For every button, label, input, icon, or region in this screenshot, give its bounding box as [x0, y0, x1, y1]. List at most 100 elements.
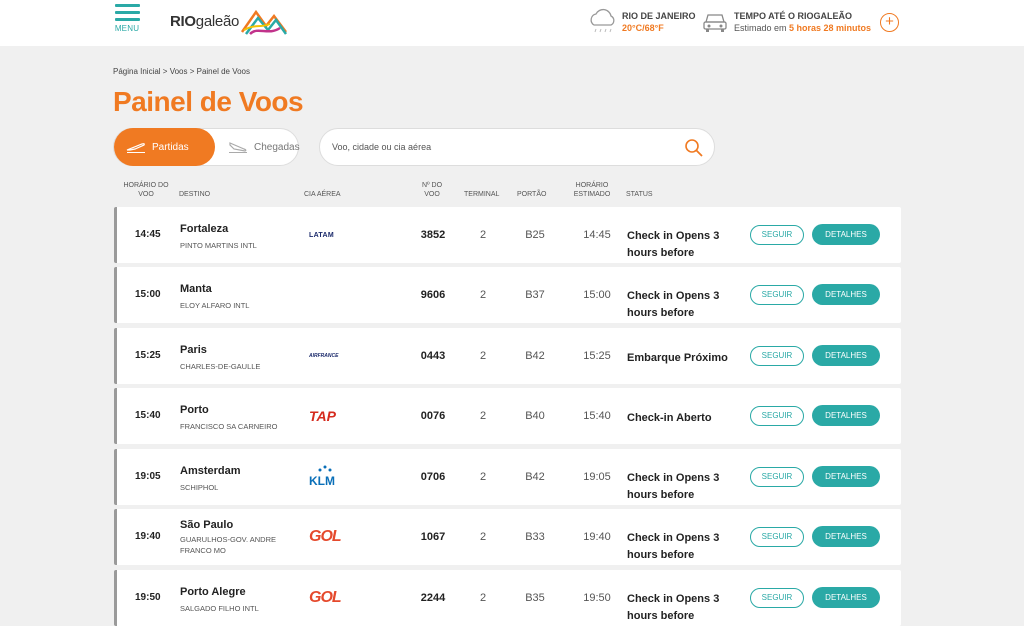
- details-button[interactable]: DETALHES: [812, 526, 880, 547]
- flight-time: 19:40: [135, 531, 161, 542]
- menu-label: MENU: [114, 24, 140, 33]
- details-button[interactable]: DETALHES: [812, 587, 880, 608]
- follow-button[interactable]: SEGUIR: [750, 467, 804, 487]
- travel-time-widget: TEMPO ATÉ O RIOGALEÃO Estimado em 5 hora…: [702, 6, 871, 38]
- destination-airport: FRANCISCO SA CARNEIRO: [180, 422, 278, 431]
- car-icon: [703, 14, 727, 32]
- weather-temperature: 20°C/68°F: [622, 22, 664, 33]
- tab-arrivals[interactable]: Chegadas: [218, 129, 300, 165]
- flight-number: 9606: [420, 289, 446, 301]
- flight-gate: B25: [525, 229, 545, 241]
- travel-time-title: TEMPO ATÉ O RIOGALEÃO: [734, 10, 853, 21]
- flight-gate: B42: [525, 350, 545, 362]
- logo-suffix: galeão: [195, 12, 240, 30]
- details-button[interactable]: DETALHES: [812, 466, 880, 487]
- travel-time-prefix: Estimado em: [734, 22, 790, 33]
- rio-galeao-logo[interactable]: RIOgaleão: [170, 5, 288, 37]
- flight-terminal: 2: [479, 289, 487, 301]
- flight-number: 3852: [420, 229, 446, 241]
- flight-terminal: 2: [479, 229, 487, 241]
- tab-departures[interactable]: Partidas: [114, 128, 215, 166]
- follow-button[interactable]: SEGUIR: [750, 406, 804, 426]
- flight-estimated-time: 15:40: [583, 410, 611, 422]
- weather-widget: RIO DE JANEIRO 20°C/68°F: [586, 6, 696, 38]
- departures-arrivals-toggle: Partidas Chegadas: [113, 128, 300, 166]
- tab-departures-label: Partidas: [152, 141, 189, 153]
- flight-gate: B42: [525, 471, 545, 483]
- flight-gate: B35: [525, 592, 545, 604]
- column-header-gate: PORTÃO: [517, 191, 547, 198]
- airline-name: KLM: [309, 473, 335, 488]
- flight-estimated-time: 19:40: [583, 531, 611, 543]
- flight-estimated-time: 15:00: [583, 289, 611, 301]
- details-button[interactable]: DETALHES: [812, 405, 880, 426]
- flight-gate: B33: [525, 531, 545, 543]
- flight-time: 15:25: [135, 350, 161, 361]
- flight-destination: Paris CHARLES-DE-GAULLE: [180, 344, 298, 372]
- flight-row: 15:25 Paris CHARLES-DE-GAULLE AIRFRANCE …: [114, 328, 901, 384]
- destination-city: Amsterdam: [180, 465, 241, 477]
- destination-airport: CHARLES-DE-GAULLE: [180, 362, 261, 371]
- cloud-rain-icon: [590, 8, 615, 33]
- destination-city: Manta: [180, 283, 212, 295]
- flight-status: Check in Opens 3 hours before: [627, 472, 720, 501]
- follow-button[interactable]: SEGUIR: [750, 588, 804, 608]
- destination-city: Paris: [180, 344, 207, 356]
- destination-city: Fortaleza: [180, 223, 229, 235]
- flight-destination: Manta ELOY ALFARO INTL: [180, 283, 298, 311]
- flight-estimated-time: 15:25: [583, 350, 611, 362]
- plane-takeoff-icon: [126, 143, 145, 153]
- airline-name: TAP: [309, 408, 336, 424]
- klm-crown-icon: [318, 465, 332, 472]
- hamburger-icon: [113, 4, 141, 21]
- destination-airport: SCHIPHOL: [180, 483, 219, 492]
- follow-button[interactable]: SEGUIR: [750, 225, 804, 245]
- airline-logo-empty: [309, 285, 353, 305]
- search-icon[interactable]: [684, 138, 704, 158]
- flight-estimated-time: 14:45: [583, 229, 611, 241]
- flight-time: 19:50: [135, 592, 161, 603]
- destination-airport: ELOY ALFARO INTL: [180, 301, 250, 310]
- flight-estimated-time: 19:05: [583, 471, 611, 483]
- menu-button[interactable]: MENU: [113, 4, 141, 33]
- plane-landing-icon: [229, 142, 247, 153]
- flight-status: Check-in Aberto: [627, 412, 712, 424]
- flight-terminal: 2: [479, 531, 487, 543]
- flight-number: 0706: [420, 471, 446, 483]
- column-header-flight-number: Nº DO VOO: [421, 182, 443, 198]
- flight-row: 15:40 Porto FRANCISCO SA CARNEIRO TAP 00…: [114, 388, 901, 444]
- flight-destination: São Paulo GUARULHOS-GOV. ANDRE FRANCO MO: [180, 519, 298, 556]
- weather-city: RIO DE JANEIRO: [622, 10, 696, 21]
- column-header-destination: DESTINO: [179, 191, 211, 198]
- flight-terminal: 2: [479, 471, 487, 483]
- flight-gate: B40: [525, 410, 545, 422]
- flight-row: 19:40 São Paulo GUARULHOS-GOV. ANDRE FRA…: [114, 509, 901, 565]
- tab-arrivals-label: Chegadas: [254, 141, 300, 153]
- destination-city: Porto: [180, 404, 209, 416]
- add-icon[interactable]: +: [880, 13, 899, 32]
- flight-terminal: 2: [479, 592, 487, 604]
- airline-logo-klm: KLM: [309, 465, 353, 488]
- search-input[interactable]: [332, 139, 672, 155]
- flight-status: Check in Opens 3 hours before: [627, 230, 720, 259]
- details-button[interactable]: DETALHES: [812, 345, 880, 366]
- airline-name: GOL: [309, 589, 342, 606]
- flight-status: Check in Opens 3 hours before: [627, 290, 720, 319]
- details-button[interactable]: DETALHES: [812, 224, 880, 245]
- details-button[interactable]: DETALHES: [812, 284, 880, 305]
- breadcrumb[interactable]: Página Inicial > Voos > Painel de Voos: [113, 67, 250, 76]
- follow-button[interactable]: SEGUIR: [750, 285, 804, 305]
- logo-mountains-icon: [241, 9, 288, 35]
- flight-gate: B37: [525, 289, 545, 301]
- destination-airport: PINTO MARTINS INTL: [180, 241, 257, 250]
- flight-terminal: 2: [479, 350, 487, 362]
- flight-destination: Porto Alegre SALGADO FILHO INTL: [180, 586, 298, 614]
- flight-terminal: 2: [479, 410, 487, 422]
- flight-destination: Porto FRANCISCO SA CARNEIRO: [180, 404, 298, 432]
- flight-row: 14:45 Fortaleza PINTO MARTINS INTL LATAM…: [114, 207, 901, 263]
- follow-button[interactable]: SEGUIR: [750, 346, 804, 366]
- flight-row: 19:05 Amsterdam SCHIPHOL KLM 0706 2 B42 …: [114, 449, 901, 505]
- flight-number: 1067: [420, 531, 446, 543]
- logo-prefix: RIO: [170, 12, 196, 30]
- follow-button[interactable]: SEGUIR: [750, 527, 804, 547]
